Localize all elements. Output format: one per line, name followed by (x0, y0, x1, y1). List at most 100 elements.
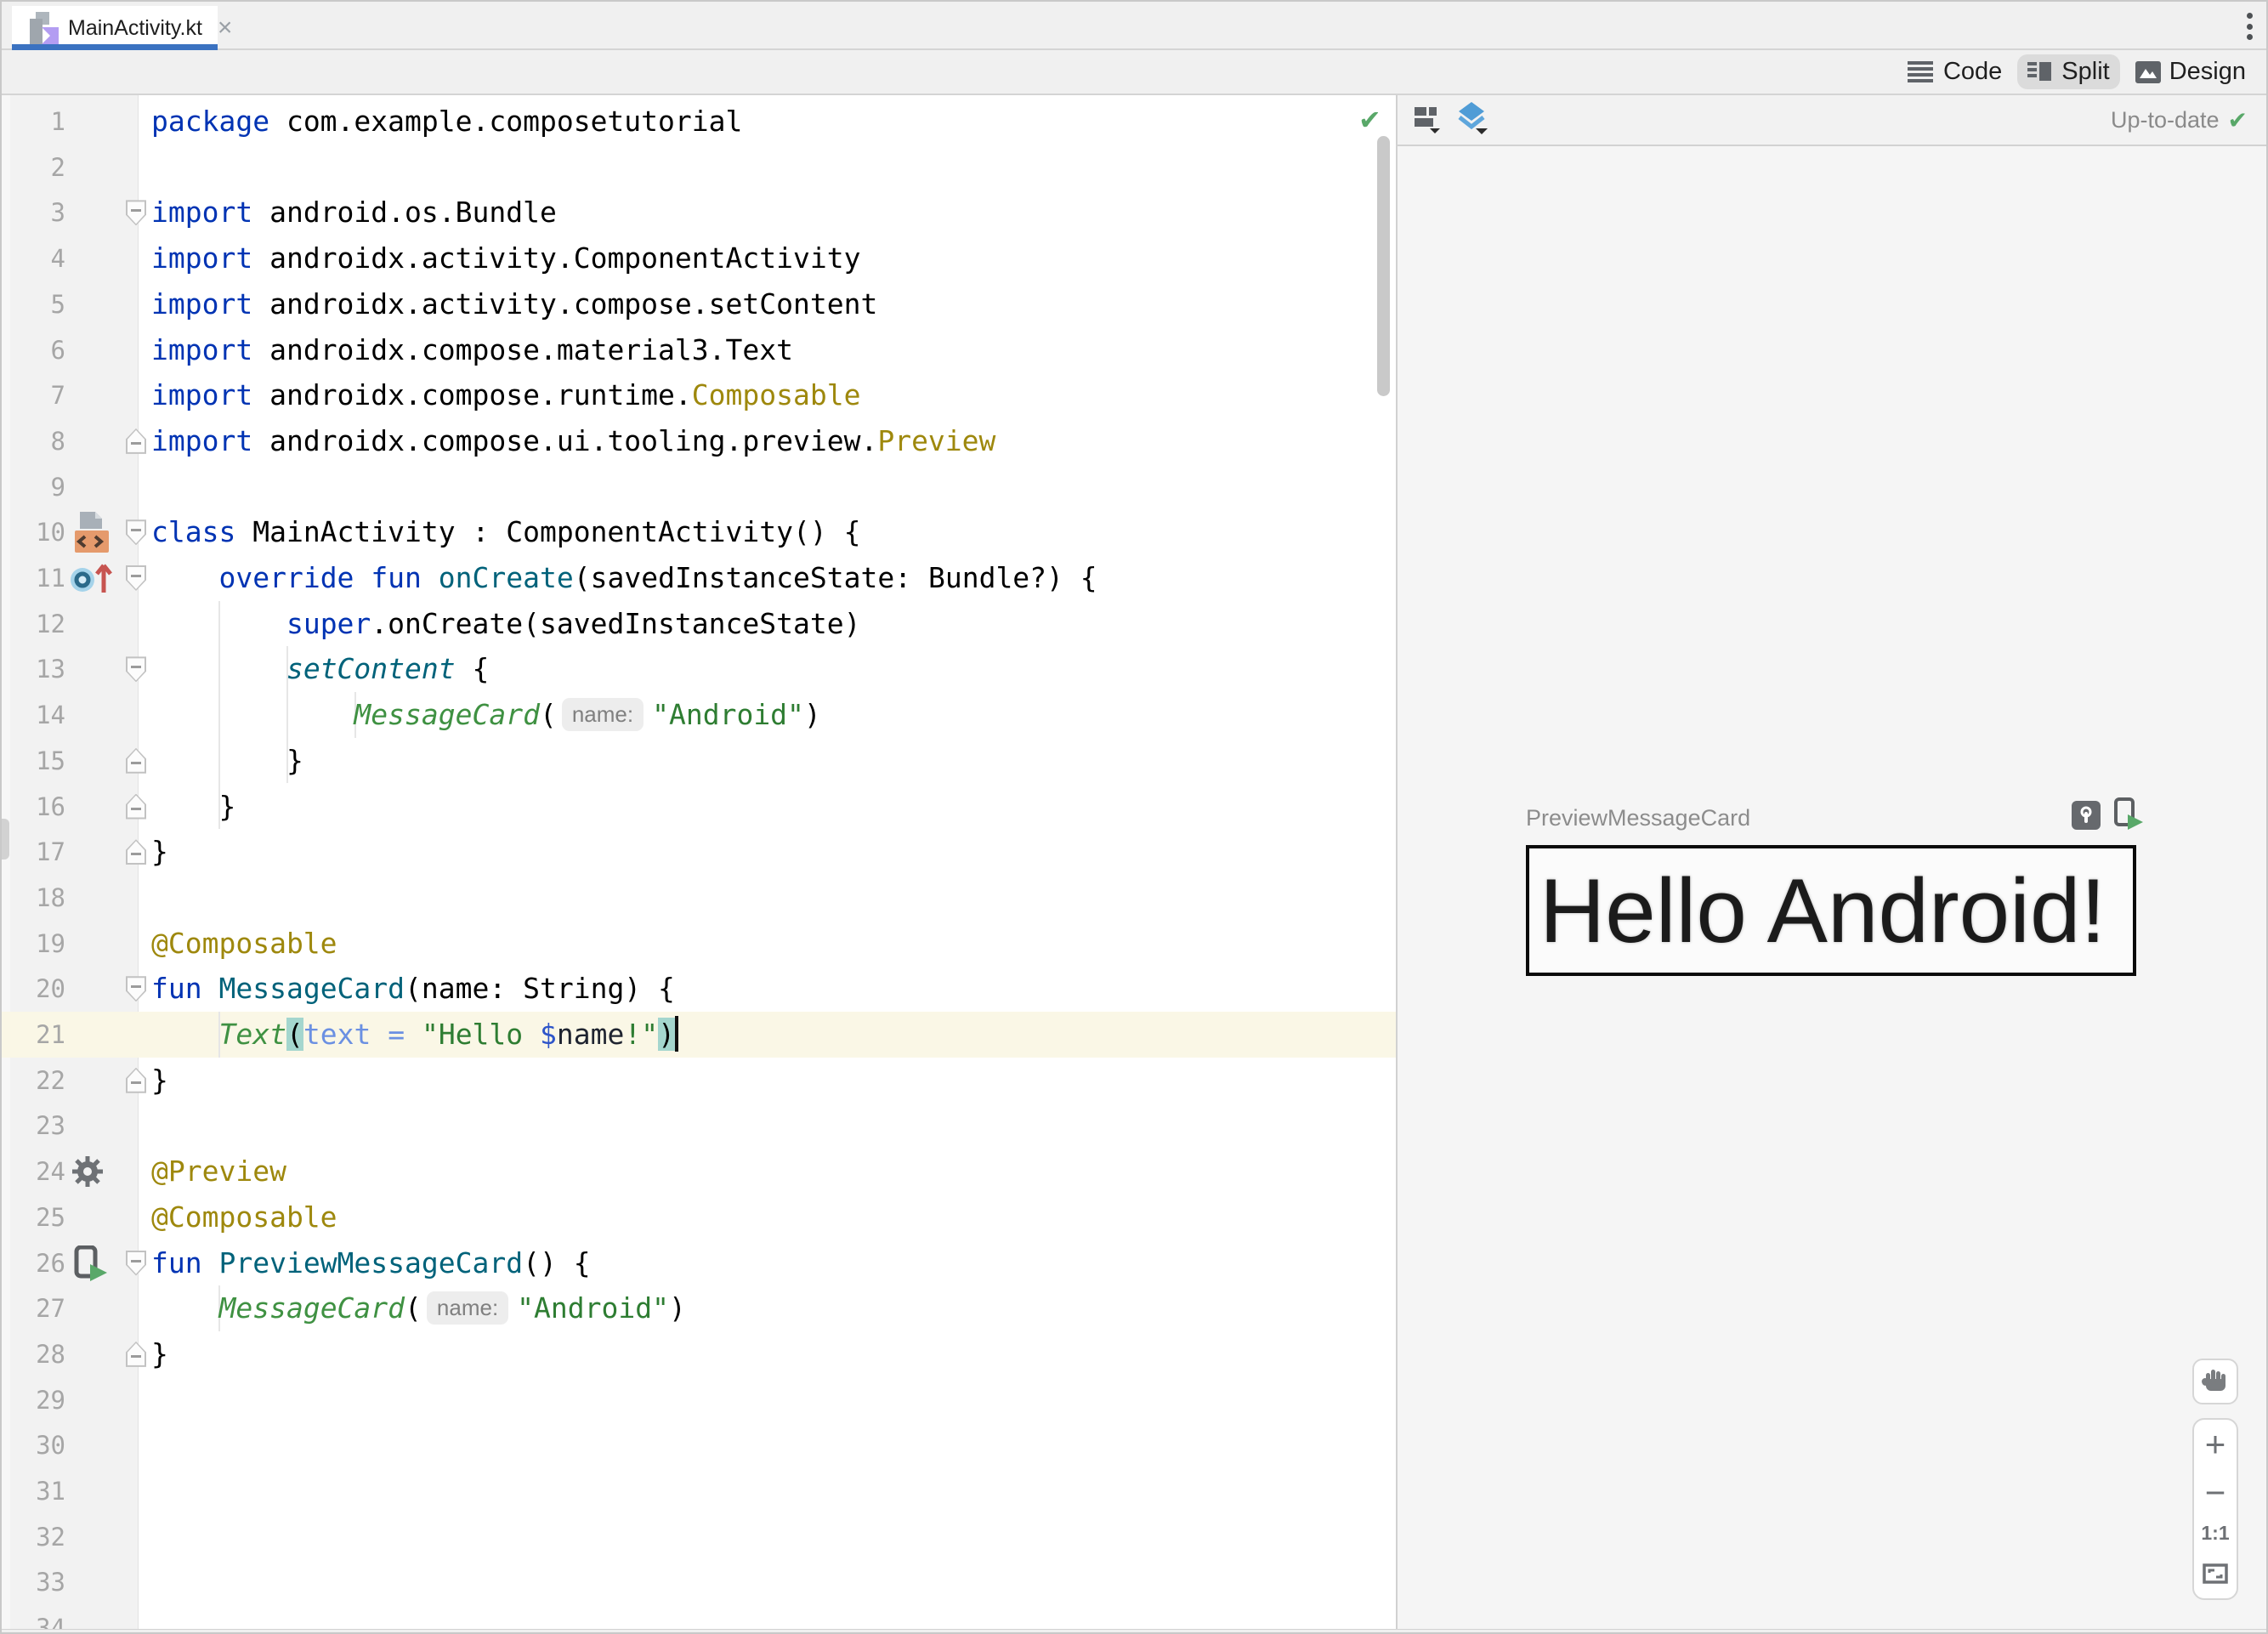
code-line[interactable]: 17} (2, 829, 1396, 875)
close-icon[interactable]: × (218, 15, 233, 41)
code-text: @Composable (151, 1194, 337, 1240)
fold-region-start-marker[interactable] (126, 976, 146, 1002)
code-line[interactable]: 23 (2, 1103, 1396, 1149)
class-related-code-icon[interactable] (70, 510, 111, 559)
code-line[interactable]: 13 setContent { (2, 646, 1396, 692)
code-line[interactable]: 4 import androidx.activity.ComponentActiv… (2, 235, 1396, 281)
fold-region-end-marker[interactable] (126, 1067, 146, 1093)
line-number: 2 (50, 152, 65, 182)
code-token: name (556, 1018, 625, 1051)
code-token: fun (151, 1245, 202, 1279)
code-line[interactable]: 3 import android.os.Bundle (2, 190, 1396, 235)
code-token: (name: String) { (405, 972, 675, 1006)
preview-text: Hello Android! (1539, 860, 2106, 962)
code-token: import (151, 287, 253, 321)
code-token: ( (539, 698, 557, 732)
code-token: ) (668, 1291, 686, 1325)
code-token: MessageCard (218, 972, 405, 1006)
code-line[interactable]: 34 (2, 1605, 1396, 1629)
fold-region-start-marker[interactable] (126, 1250, 146, 1276)
code-line[interactable]: 24 @Preview (2, 1149, 1396, 1194)
editor-scrollbar[interactable] (1377, 136, 1390, 396)
zoom-in-button[interactable]: + (2205, 1426, 2226, 1462)
run-preview-device-icon[interactable] (70, 1245, 109, 1289)
preview-rendered-frame[interactable]: Hello Android! (1526, 845, 2136, 976)
zoom-out-button[interactable]: − (2205, 1474, 2226, 1511)
code-line[interactable]: 1 package com.example.composetutorial (2, 99, 1396, 145)
code-line[interactable]: 30 (2, 1422, 1396, 1468)
line-number: 24 (36, 1157, 65, 1187)
view-code-button[interactable]: Code (1897, 54, 2012, 89)
fold-region-end-marker[interactable] (126, 839, 146, 865)
code-line[interactable]: 2 (2, 145, 1396, 190)
code-line[interactable]: 15 } (2, 738, 1396, 784)
more-options-icon[interactable] (2241, 11, 2258, 42)
fold-region-end-marker[interactable] (126, 747, 146, 774)
fold-region-start-marker[interactable] (126, 565, 146, 591)
tab-mainactivity[interactable]: MainActivity.kt × (12, 6, 232, 50)
code-line[interactable]: 27 MessageCard(name: "Android") (2, 1285, 1396, 1331)
fold-region-start-marker[interactable] (126, 200, 146, 226)
code-line[interactable]: 5 import androidx.activity.compose.setCon… (2, 281, 1396, 327)
interactive-preview-icon[interactable] (2072, 801, 2101, 834)
sync-status: Up-to-date ✔ (2111, 106, 2248, 134)
code-line[interactable]: 10 class MainActivity : ComponentActivity… (2, 509, 1396, 555)
code-line[interactable]: 12 super.onCreate(savedInstanceState) (2, 601, 1396, 647)
fold-region-end-marker[interactable] (126, 1341, 146, 1367)
code-token: "Android" (517, 1291, 669, 1325)
code-line[interactable]: 16 } (2, 784, 1396, 830)
inspections-ok-icon[interactable]: ✔ (1358, 104, 1381, 136)
code-token: } (151, 835, 168, 869)
fit-to-screen-icon[interactable] (2202, 1556, 2229, 1591)
code-line[interactable]: 20 fun MessageCard(name: String) { (2, 966, 1396, 1012)
fold-region-end-marker[interactable] (126, 793, 146, 820)
preview-canvas[interactable]: PreviewMessageCard Hello Android! + − 1:… (1398, 146, 2266, 1629)
view-design-button[interactable]: Design (2125, 54, 2256, 89)
code-line[interactable]: 14 MessageCard(name: "Android") (2, 692, 1396, 738)
pan-button[interactable] (2192, 1359, 2238, 1404)
code-token: import (151, 423, 253, 457)
code-text: setContent { (151, 646, 489, 692)
code-token: .onCreate(savedInstanceState) (371, 606, 861, 640)
run-preview-device-icon[interactable] (2111, 797, 2145, 836)
code-line[interactable]: 29 (2, 1377, 1396, 1423)
code-line[interactable]: 19 @Composable (2, 921, 1396, 967)
code-line[interactable]: 18 (2, 875, 1396, 921)
overrides-method-icon[interactable] (70, 560, 117, 600)
grid-view-icon[interactable] (1413, 102, 1443, 139)
code-line[interactable]: 22} (2, 1058, 1396, 1104)
code-line[interactable]: 7 import androidx.compose.runtime.Composa… (2, 372, 1396, 418)
code-line[interactable]: 9 (2, 464, 1396, 510)
code-line[interactable]: 33 (2, 1559, 1396, 1605)
code-line[interactable]: 28} (2, 1331, 1396, 1377)
sync-status-label: Up-to-date (2110, 106, 2220, 133)
code-token: { (455, 652, 490, 686)
code-line[interactable]: 31 (2, 1468, 1396, 1514)
code-token: MessageCard (354, 698, 540, 732)
code-line[interactable]: 21 Text(text = "Hello $name!") (2, 1012, 1396, 1058)
fold-region-start-marker[interactable] (126, 519, 146, 546)
code-token: ( (405, 1291, 422, 1325)
code-line[interactable]: 26 fun PreviewMessageCard() { (2, 1240, 1396, 1286)
fold-region-end-marker[interactable] (126, 428, 146, 454)
zoom-actual-size-button[interactable]: 1:1 (2201, 1523, 2229, 1543)
layers-icon[interactable] (1455, 100, 1491, 140)
code-line[interactable]: 8 import androidx.compose.ui.tooling.prev… (2, 418, 1396, 464)
code-editor[interactable]: ✔ 1 package com.example.composetutorial 2 3… (2, 95, 1398, 1629)
code-token: fun (151, 972, 202, 1006)
code-line[interactable]: 32 (2, 1514, 1396, 1560)
code-line[interactable]: 11 override fun onCreate(savedInstanceSt… (2, 555, 1396, 601)
preview-settings-gear-icon[interactable] (70, 1154, 105, 1194)
line-number: 8 (50, 426, 65, 456)
view-split-button[interactable]: Split (2017, 54, 2120, 89)
code-line[interactable]: 6 import androidx.compose.material3.Text (2, 327, 1396, 373)
code-line[interactable]: 25 @Composable (2, 1194, 1396, 1240)
fold-region-start-marker[interactable] (126, 656, 146, 683)
